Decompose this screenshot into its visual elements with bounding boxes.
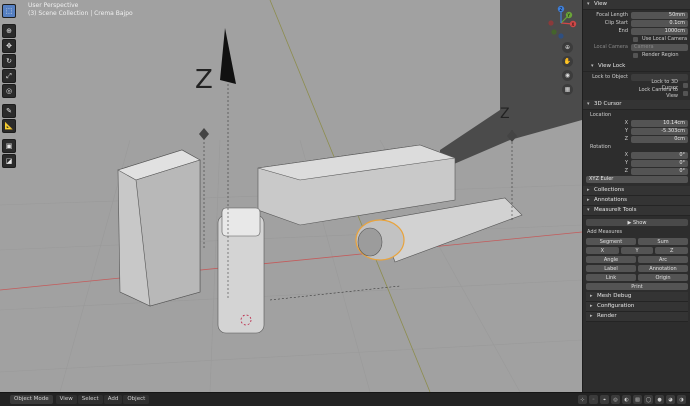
menu-add[interactable]: Add <box>103 395 123 404</box>
pan-hand-icon[interactable]: ✋ <box>562 56 573 67</box>
measure-icon[interactable]: 📐 <box>2 119 16 133</box>
solid-shading-icon[interactable]: ● <box>655 395 664 404</box>
sidebar-panel: ▾ View Focal Length 50mm Clip Start 0.1cm E… <box>582 0 690 392</box>
rendered-shading-icon[interactable]: ◑ <box>677 395 686 404</box>
mesh-debug-header[interactable]: ▸ Mesh Debug <box>586 292 688 302</box>
cursor-rot-x-field[interactable]: 0° <box>631 151 688 159</box>
segment-button[interactable]: Segment <box>586 238 636 245</box>
view-title: User Perspective <box>28 2 79 9</box>
scene-canvas: Z Z <box>0 0 582 392</box>
scale-icon[interactable]: ⤢ <box>2 69 16 83</box>
transform-icon[interactable]: ◎ <box>2 84 16 98</box>
menu-object[interactable]: Object <box>123 395 150 404</box>
rotation-mode-select[interactable]: XYZ Euler <box>586 175 688 183</box>
print-button[interactable]: Print <box>586 283 688 290</box>
camera-cone <box>220 28 236 84</box>
z-axis-label: Z <box>195 65 213 95</box>
object-mode-select[interactable]: Object Mode <box>10 395 53 404</box>
link-button[interactable]: Link <box>586 274 636 281</box>
cursor-rot-z-field[interactable]: 0° <box>631 167 688 175</box>
measureit-header[interactable]: ▾ MeasureIt Tools <box>583 206 690 216</box>
annotations-header[interactable]: ▸ Annotations <box>583 196 690 206</box>
cursor-section: Location X 10.14cm Y -5.303cm Z 0cm Rotatio… <box>583 110 690 186</box>
cursor-section-header[interactable]: ▾ 3D Cursor <box>583 100 690 110</box>
axis-x-button[interactable]: X <box>586 247 619 254</box>
lock-3d-cursor-checkbox[interactable] <box>683 82 688 88</box>
select-box-icon[interactable]: ⬚ <box>2 4 16 18</box>
axis-z-button[interactable]: Z <box>655 247 689 254</box>
overlay-icon[interactable]: ◐ <box>622 395 631 404</box>
transform-orientation-icon[interactable]: ⊹ <box>578 395 587 404</box>
pivot-icon[interactable]: ◦ <box>589 395 598 404</box>
cursor-x-field[interactable]: 10.14cm <box>631 119 688 127</box>
origin-button[interactable]: Origin <box>638 274 688 281</box>
proportional-edit-icon[interactable]: ◎ <box>611 395 620 404</box>
annotate-icon[interactable]: ✎ <box>2 104 16 118</box>
zoom-icon[interactable]: ⊕ <box>562 42 573 53</box>
focal-length-field[interactable]: 50mm <box>631 11 688 19</box>
local-camera-field[interactable]: Camera <box>631 43 688 51</box>
viewport-nav-buttons: ⊕ ✋ ◉ ▦ <box>562 42 576 98</box>
xray-icon[interactable]: ▧ <box>633 395 642 404</box>
add-cube-icon[interactable]: ▣ <box>2 139 16 153</box>
menu-select[interactable]: Select <box>77 395 103 404</box>
menu-view[interactable]: View <box>55 395 77 404</box>
3d-viewport[interactable]: Z Z User Perspective (3) Scene Collectio… <box>0 0 582 392</box>
x-axis-line <box>0 231 582 291</box>
cursor-y-field[interactable]: -5.303cm <box>631 127 688 135</box>
svg-text:X: X <box>572 22 575 27</box>
view-section-header[interactable]: ▾ View <box>583 0 690 10</box>
annotation-button[interactable]: Annotation <box>638 265 688 272</box>
tool-shelf: ⬚ ⊕ ✥ ↻ ⤢ ◎ ✎ 📐 ▣ ◪ <box>2 4 16 169</box>
axis-y-button[interactable]: Y <box>620 247 654 254</box>
svg-text:Z: Z <box>560 7 563 12</box>
material-shading-icon[interactable]: ◕ <box>666 395 675 404</box>
view-lock-header[interactable]: ▾ View Lock <box>583 62 690 72</box>
cursor-z-field[interactable]: 0cm <box>631 135 688 143</box>
grid-icon[interactable]: ▦ <box>562 84 573 95</box>
camera-view-icon[interactable]: ◉ <box>562 70 573 81</box>
render-header[interactable]: ▸ Render <box>586 312 688 322</box>
viewport-header-bar: Object Mode View Select Add Object ⊹ ◦ ⌖… <box>0 392 690 406</box>
show-button[interactable]: ▶ Show <box>586 219 688 226</box>
z-axis-label-2: Z <box>500 106 510 122</box>
navigation-gizmo[interactable]: X Y Z <box>542 4 580 42</box>
move-icon[interactable]: ✥ <box>2 39 16 53</box>
collections-header[interactable]: ▸ Collections <box>583 186 690 196</box>
measureit-section: ▶ Show Add Measures Segment Sum XYZ Angle… <box>583 216 690 325</box>
collection-label: (3) Scene Collection | Crema Bajpo <box>28 10 133 17</box>
angle-button[interactable]: Angle <box>586 256 636 263</box>
lock-camera-checkbox[interactable] <box>683 90 688 96</box>
wireframe-shading-icon[interactable]: ◯ <box>644 395 653 404</box>
configuration-header[interactable]: ▸ Configuration <box>586 302 688 312</box>
rotate-icon[interactable]: ↻ <box>2 54 16 68</box>
label-button[interactable]: Label <box>586 265 636 272</box>
camera-icon[interactable]: ◪ <box>2 154 16 168</box>
sum-button[interactable]: Sum <box>638 238 688 245</box>
bottle-cap <box>221 207 261 237</box>
empty-marker <box>199 128 209 140</box>
snap-icon[interactable]: ⌖ <box>600 395 609 404</box>
cursor-icon[interactable]: ⊕ <box>2 24 16 38</box>
clip-start-field[interactable]: 0.1cm <box>631 19 688 27</box>
clip-end-field[interactable]: 1000cm <box>631 27 688 35</box>
arc-button[interactable]: Arc <box>638 256 688 263</box>
cursor-rot-y-field[interactable]: 0° <box>631 159 688 167</box>
svg-text:Y: Y <box>567 13 571 18</box>
view-section: Focal Length 50mm Clip Start 0.1cm End 1000… <box>593 11 688 58</box>
